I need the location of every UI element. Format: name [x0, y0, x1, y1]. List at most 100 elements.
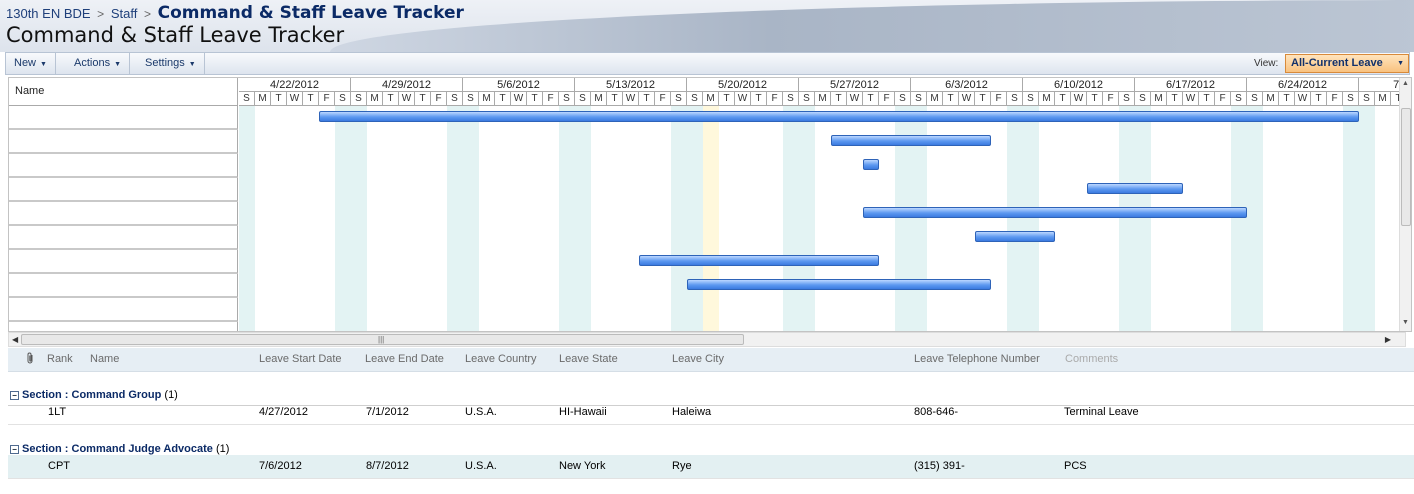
breadcrumb-current: Command & Staff Leave Tracker [157, 3, 464, 23]
cell-phone: (315) 391- [914, 460, 965, 472]
gantt-task-bar[interactable] [863, 207, 1247, 218]
cell-start-date: 7/6/2012 [259, 460, 302, 472]
day-header: S [1247, 92, 1263, 106]
week-header: 6/24/2012 [1247, 78, 1359, 92]
dropdown-arrow-icon: ▼ [40, 61, 47, 68]
day-header: F [1215, 92, 1231, 106]
day-header: S [671, 92, 687, 106]
column-header-leave-state[interactable]: Leave State [559, 353, 618, 365]
gantt-task-bar[interactable] [975, 231, 1055, 242]
column-header-leave-telephone-number[interactable]: Leave Telephone Number [914, 353, 1040, 365]
day-header: W [511, 92, 527, 106]
day-header: S [351, 92, 367, 106]
day-header: M [1151, 92, 1167, 106]
scroll-up-icon[interactable]: ▲ [1402, 80, 1409, 87]
day-header: T [943, 92, 959, 106]
gantt-name-row[interactable] [9, 202, 238, 226]
dropdown-arrow-icon: ▼ [1397, 60, 1404, 67]
week-header: 5/27/2012 [799, 78, 911, 92]
scroll-right-icon[interactable]: ▶ [1385, 335, 1391, 344]
cell-country: U.S.A. [465, 406, 497, 418]
gantt-name-row[interactable] [9, 106, 238, 130]
weekend-column [799, 106, 815, 331]
gantt-task-bar[interactable] [639, 255, 879, 266]
gantt-vertical-scrollbar[interactable]: ▲ ▼ [1399, 78, 1411, 331]
day-header: T [303, 92, 319, 106]
day-header: S [447, 92, 463, 106]
group-label: Section : Command Group [22, 389, 162, 401]
gantt-name-row[interactable] [9, 298, 238, 322]
day-header: T [1199, 92, 1215, 106]
gantt-name-row[interactable] [9, 250, 238, 274]
day-header: S [559, 92, 575, 106]
settings-menu-label: Settings [145, 57, 185, 69]
column-header-rank[interactable]: Rank [47, 353, 73, 365]
view-selector-value: All-Current Leave [1291, 57, 1383, 69]
day-header: S [575, 92, 591, 106]
dropdown-arrow-icon: ▼ [188, 61, 196, 68]
week-header: 4/29/2012 [351, 78, 463, 92]
scroll-thumb[interactable] [1401, 108, 1411, 226]
day-header: M [1375, 92, 1391, 106]
cell-end-date: 8/7/2012 [366, 460, 409, 472]
view-selector[interactable]: All-Current Leave ▼ [1285, 54, 1409, 73]
gantt-name-header[interactable]: Name [9, 78, 238, 106]
breadcrumb-subsite-link[interactable]: Staff [111, 6, 138, 21]
weekend-column [447, 106, 463, 331]
attachment-icon[interactable] [26, 352, 35, 367]
cell-state: HI-Hawaii [559, 406, 607, 418]
table-row[interactable]: CPT 7/6/2012 8/7/2012 U.S.A. New York Ry… [8, 455, 1414, 479]
column-header-leave-country[interactable]: Leave Country [465, 353, 537, 365]
column-header-leave-city[interactable]: Leave City [672, 353, 724, 365]
day-header: S [1007, 92, 1023, 106]
breadcrumb-separator: > [97, 7, 105, 21]
day-header: F [1327, 92, 1343, 106]
gantt-name-row[interactable] [9, 322, 238, 331]
day-header: S [1023, 92, 1039, 106]
scroll-left-icon[interactable]: ◀ [12, 335, 18, 344]
new-menu[interactable]: New ▼ [6, 53, 56, 74]
table-row[interactable]: 1LT 4/27/2012 7/1/2012 U.S.A. HI-Hawaii … [8, 401, 1414, 425]
gantt-name-row[interactable] [9, 226, 238, 250]
actions-menu[interactable]: Actions ▼ [58, 53, 131, 74]
settings-menu[interactable]: Settings ▼ [129, 53, 205, 74]
weekend-column [1119, 106, 1135, 331]
gantt-name-row[interactable] [9, 178, 238, 202]
gantt-name-row[interactable] [9, 154, 238, 178]
collapse-icon[interactable]: − [10, 445, 19, 454]
day-header: T [1391, 92, 1399, 106]
day-header: S [335, 92, 351, 106]
column-header-leave-end-date[interactable]: Leave End Date [365, 353, 444, 365]
weekend-column [671, 106, 687, 331]
gantt-name-row[interactable] [9, 274, 238, 298]
gantt-task-bar[interactable] [1087, 183, 1183, 194]
day-header: F [431, 92, 447, 106]
gantt-name-row[interactable] [9, 130, 238, 154]
day-header: T [751, 92, 767, 106]
breadcrumb-site-link[interactable]: 130th EN BDE [6, 6, 91, 21]
day-header: M [815, 92, 831, 106]
scroll-thumb[interactable]: ||| [21, 334, 744, 345]
gantt-view: Name 4/22/2012 4/29/2012 5/6/2012 5/13/2012… [8, 77, 1412, 332]
day-header: M [255, 92, 271, 106]
day-header: W [1183, 92, 1199, 106]
collapse-icon[interactable]: − [10, 391, 19, 400]
gantt-task-bar[interactable] [831, 135, 991, 146]
day-header: S [1135, 92, 1151, 106]
column-header-comments[interactable]: Comments [1065, 353, 1118, 365]
gantt-task-bar[interactable] [687, 279, 991, 290]
gantt-task-bar[interactable] [863, 159, 879, 170]
gantt-task-bar[interactable] [319, 111, 1359, 122]
weekend-column [239, 106, 255, 331]
column-header-name[interactable]: Name [90, 353, 119, 365]
day-header: S [1359, 92, 1375, 106]
weekend-column [1231, 106, 1247, 331]
scroll-down-icon[interactable]: ▼ [1402, 319, 1409, 326]
gantt-horizontal-scrollbar[interactable]: ◀ ||| ▶ [8, 332, 1406, 347]
column-header-leave-start-date[interactable]: Leave Start Date [259, 353, 342, 365]
day-header: T [383, 92, 399, 106]
day-header: S [239, 92, 255, 106]
cell-comments: PCS [1064, 460, 1087, 472]
day-header: W [959, 92, 975, 106]
day-header: T [271, 92, 287, 106]
